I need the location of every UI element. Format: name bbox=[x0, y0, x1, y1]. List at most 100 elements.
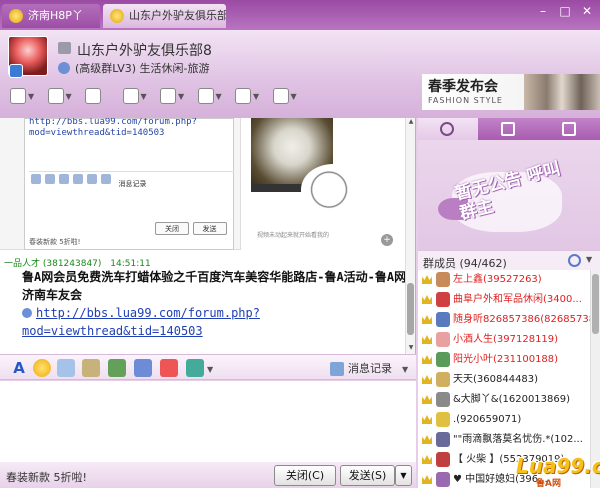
member-row[interactable]: 阳光小叶(231100188) bbox=[418, 350, 590, 370]
settings-button[interactable]: ▼ bbox=[269, 84, 302, 108]
watermark-sub: 鲁A网 bbox=[536, 479, 561, 488]
chat-window: 济南H8P丫 山东户外驴友俱乐部8 – □ ✕ 山东户外驴友俱乐部8 (高级群LV3… bbox=[0, 0, 600, 488]
home-button[interactable]: ▼ bbox=[6, 84, 39, 108]
member-scroll-thumb[interactable] bbox=[592, 274, 599, 334]
tab-windows[interactable] bbox=[540, 118, 600, 140]
send-button[interactable]: 发送(S) bbox=[340, 465, 395, 486]
lua99-watermark: Lua99.com 鲁A网 bbox=[508, 452, 600, 488]
crown-icon bbox=[422, 415, 432, 424]
member-avatar bbox=[436, 412, 450, 427]
chevron-down-icon: ▼ bbox=[65, 92, 72, 101]
close-button[interactable]: 关闭(C) bbox=[274, 465, 336, 486]
voice-button[interactable]: ▼ bbox=[119, 84, 152, 108]
search-icon[interactable] bbox=[568, 254, 581, 267]
emoji-icon[interactable] bbox=[33, 359, 51, 377]
member-avatar bbox=[436, 432, 450, 447]
crown-icon bbox=[422, 335, 432, 344]
scroll-up-icon[interactable]: ▲ bbox=[407, 118, 415, 126]
crown-icon bbox=[422, 315, 432, 324]
maximize-button[interactable]: □ bbox=[554, 2, 576, 20]
tab-jinan[interactable]: 济南H8P丫 bbox=[2, 4, 100, 28]
bottom-ad-link[interactable]: 春装新款 5折啦! bbox=[6, 469, 87, 485]
message-link-line2[interactable]: mod=viewthread&tid=140503 bbox=[22, 322, 402, 340]
screenshot-icon[interactable] bbox=[134, 359, 152, 377]
tab-shandong-outdoor[interactable]: 山东户外驴友俱乐部8 bbox=[103, 4, 226, 28]
watermark-logo: Lua99.com bbox=[516, 454, 600, 478]
windows-icon bbox=[562, 122, 576, 136]
ad-subtitle: FASHION STYLE bbox=[428, 96, 503, 105]
members-header: 群成员 (94/462) ▼ bbox=[418, 250, 600, 270]
scroll-down-icon[interactable]: ▼ bbox=[407, 344, 415, 352]
notes-button[interactable]: ▼ bbox=[156, 84, 189, 108]
member-row[interactable]: ""雨滴飘落莫名忧伤.*(102... bbox=[418, 430, 590, 450]
chevron-down-icon: ▼ bbox=[215, 92, 222, 101]
embedded-ad-text: 春装新款 5折啦! bbox=[29, 238, 81, 246]
crown-icon bbox=[422, 395, 432, 404]
members-button[interactable]: ▼ bbox=[44, 84, 77, 108]
minimize-button[interactable]: – bbox=[532, 2, 554, 20]
ad-banner[interactable]: 春季发布会 FASHION STYLE bbox=[422, 74, 600, 110]
magic-face-icon[interactable] bbox=[57, 359, 75, 377]
embedded-record-label: 消息记录 bbox=[118, 180, 147, 188]
font-button[interactable]: A bbox=[10, 359, 28, 377]
ad-models-image bbox=[524, 74, 600, 110]
member-avatar bbox=[436, 452, 450, 467]
tab-members[interactable] bbox=[418, 118, 478, 140]
chevron-down-icon[interactable]: ▼ bbox=[586, 255, 592, 264]
member-row[interactable]: 随身听826857386(826857386) bbox=[418, 310, 590, 330]
embedded-video-panel: 视频未动起来就开始看我的 + bbox=[240, 118, 396, 250]
embedded-send-button: 发送 bbox=[192, 222, 227, 235]
member-avatar bbox=[436, 292, 450, 307]
close-window-button[interactable]: ✕ bbox=[576, 2, 598, 20]
list-icon bbox=[501, 122, 515, 136]
chevron-down-icon: ▼ bbox=[140, 92, 147, 101]
app-button[interactable]: ▼ bbox=[194, 84, 227, 108]
shake-window-icon[interactable] bbox=[82, 359, 100, 377]
people-icon bbox=[47, 88, 64, 104]
member-row[interactable]: 曲阜户外和军品休闲(3400... bbox=[418, 290, 590, 310]
music-icon[interactable] bbox=[160, 359, 178, 377]
more-icon bbox=[101, 174, 111, 184]
history-scrollbar[interactable]: ▲ ▼ bbox=[405, 118, 415, 354]
announcement-panel[interactable]: 暂无公告 呼叫群主 bbox=[418, 140, 600, 250]
notify-button[interactable]: ▼ bbox=[231, 84, 264, 108]
window-controls: – □ ✕ bbox=[532, 2, 598, 22]
member-row[interactable]: 小酒人生(397128119) bbox=[418, 330, 590, 350]
chevron-down-icon[interactable]: ▼ bbox=[402, 365, 408, 374]
crown-icon bbox=[422, 355, 432, 364]
member-row[interactable]: .(920659071) bbox=[418, 410, 590, 430]
tab-list[interactable] bbox=[479, 118, 539, 140]
member-name: 小酒人生(397128119) bbox=[453, 334, 559, 345]
group-header: 山东户外驴友俱乐部8 (高级群LV3) 生活休闲-旅游 ▼ ▼ ▼ ▼ ▼ ▼ … bbox=[0, 30, 600, 118]
group-name[interactable]: 山东户外驴友俱乐部8 bbox=[77, 40, 212, 60]
image-icon bbox=[59, 174, 69, 184]
more-apps-icon[interactable] bbox=[186, 359, 204, 377]
doc-icon bbox=[160, 88, 176, 104]
member-row[interactable]: &大脚丫&(1620013869) bbox=[418, 390, 590, 410]
group-toolbar: ▼ ▼ ▼ ▼ ▼ ▼ ▼ bbox=[6, 84, 303, 110]
message-record-button[interactable]: 消息记录 bbox=[330, 360, 392, 378]
member-row[interactable]: 天天(360844483) bbox=[418, 370, 590, 390]
font-icon bbox=[31, 174, 41, 184]
house-icon bbox=[10, 88, 26, 104]
share-files-button[interactable] bbox=[81, 84, 114, 108]
right-panel: 暂无公告 呼叫群主 群成员 (94/462) ▼ 左上鑫(39527263) 曲阜… bbox=[418, 118, 600, 488]
send-image-icon[interactable] bbox=[108, 359, 126, 377]
member-row[interactable]: 左上鑫(39527263) bbox=[418, 270, 590, 290]
screen-icon bbox=[73, 174, 83, 184]
ad-title: 春季发布会 bbox=[428, 79, 498, 95]
crown-icon bbox=[422, 475, 432, 484]
crown-icon bbox=[422, 275, 432, 284]
member-avatar bbox=[436, 352, 450, 367]
message-link-line1[interactable]: http://bbs.lua99.com/forum.php? bbox=[22, 304, 402, 322]
history-scroll-thumb[interactable] bbox=[407, 283, 414, 335]
embedded-screenshot[interactable]: http://bbs.lua99.com/forum.php? mod=view… bbox=[0, 118, 396, 250]
message-input[interactable] bbox=[0, 381, 416, 462]
info-icon bbox=[58, 62, 70, 74]
emoji-icon bbox=[45, 174, 55, 184]
send-options-button[interactable]: ▼ bbox=[395, 465, 412, 486]
chevron-down-icon[interactable]: ▼ bbox=[207, 365, 213, 374]
embedded-close-button: 关闭 bbox=[155, 222, 189, 235]
message-link[interactable]: http://bbs.lua99.com/forum.php? mod=view… bbox=[22, 304, 402, 340]
member-avatar bbox=[436, 392, 450, 407]
